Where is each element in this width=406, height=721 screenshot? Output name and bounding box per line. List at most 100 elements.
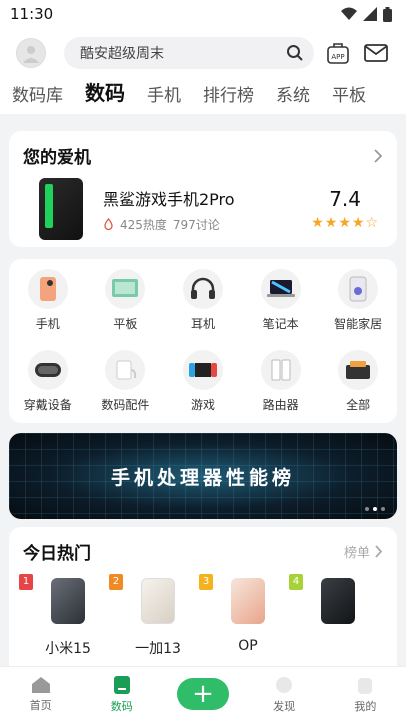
ranking-link-label: 榜单: [343, 546, 370, 561]
promo-banner[interactable]: 手机处理器性能榜: [9, 433, 397, 519]
wearable-icon: [27, 350, 68, 390]
status-icons: [341, 6, 392, 22]
hot-title: 今日热门: [23, 544, 91, 564]
category-headphones[interactable]: 耳机: [164, 269, 242, 342]
category-label: 笔记本: [262, 317, 299, 331]
fire-icon: [104, 218, 113, 230]
tablet-icon: [105, 269, 146, 309]
banner-pagination: [365, 507, 385, 511]
plus-icon: +: [176, 678, 229, 710]
wifi-icon: [341, 7, 357, 20]
rank-badge: 1: [19, 574, 33, 590]
category-smart-home[interactable]: 智能家居: [319, 269, 397, 342]
banner-text: 手机处理器性能榜: [110, 466, 295, 489]
device-score: 7.4: [329, 187, 362, 211]
user-icon: [23, 46, 39, 63]
product-name: 小米15: [45, 641, 91, 657]
tab-ranking[interactable]: 排行榜: [203, 81, 254, 114]
device-image: [39, 178, 83, 240]
category-tablet[interactable]: 平板: [87, 269, 165, 342]
category-accessories[interactable]: 数码配件: [87, 350, 165, 423]
signal-icon: [363, 7, 377, 21]
category-grid: 手机 平板 耳机 笔记本 智能家居 穿戴设备 数码配件 游戏 路由器 全部: [9, 259, 397, 423]
headphones-icon: [182, 269, 223, 309]
category-label: 平板: [113, 317, 138, 331]
app-button[interactable]: APP: [324, 39, 352, 67]
nav-mine[interactable]: 我的: [335, 675, 395, 714]
router-icon: [260, 350, 301, 390]
top-bar: 酷安超级周末 APP: [0, 28, 406, 78]
category-tabs: 数码库 数码 手机 排行榜 系统 平板: [0, 78, 406, 114]
status-bar: 11:30: [0, 0, 406, 28]
product-image: [321, 578, 355, 624]
main-content[interactable]: 您的爱机 黑鲨游戏手机2Pro 425热度 797讨论 7.4 ★★★★☆ 手机: [0, 117, 406, 666]
bottom-nav: 首页 数码 + 发现 我的: [0, 666, 406, 721]
message-button[interactable]: [362, 39, 390, 67]
device-heat: 425热度: [120, 217, 167, 232]
category-label: 耳机: [190, 317, 215, 331]
category-router[interactable]: 路由器: [242, 350, 320, 423]
game-icon: [182, 350, 223, 390]
tab-digital[interactable]: 数码: [85, 78, 125, 114]
mail-icon: [364, 44, 388, 62]
search-icon: [287, 45, 303, 61]
discover-icon: [276, 676, 293, 693]
rank-badge: 2: [109, 574, 123, 590]
battery-icon: [383, 6, 392, 22]
app-store-icon: APP: [327, 43, 349, 64]
category-label: 全部: [346, 398, 371, 412]
home-icon: [31, 676, 50, 693]
nav-home-label: 首页: [29, 698, 52, 712]
hot-item[interactable]: 3 OP: [199, 574, 293, 658]
smart-home-icon: [338, 269, 379, 309]
favorite-title: 您的爱机: [23, 148, 91, 168]
product-name: 一加13: [135, 641, 181, 657]
product-image: [51, 578, 85, 624]
rating-stars: ★★★★☆: [311, 215, 379, 231]
nav-discover-label: 发现: [273, 699, 296, 713]
favorite-device-card[interactable]: 您的爱机 黑鲨游戏手机2Pro 425热度 797讨论 7.4 ★★★★☆: [9, 131, 397, 247]
tab-system[interactable]: 系统: [276, 81, 310, 114]
nav-digital[interactable]: 数码: [92, 675, 152, 714]
product-image: [231, 578, 265, 624]
rank-badge: 3: [199, 574, 213, 590]
svg-text:APP: APP: [331, 53, 344, 61]
search-input[interactable]: 酷安超级周末: [64, 37, 314, 69]
hot-item[interactable]: 4: [289, 574, 383, 658]
rank-badge: 4: [289, 574, 303, 590]
tab-phone[interactable]: 手机: [147, 81, 181, 114]
category-laptop[interactable]: 笔记本: [242, 269, 320, 342]
tab-digital-library[interactable]: 数码库: [12, 81, 63, 114]
category-label: 数码配件: [101, 398, 150, 412]
product-image: [141, 578, 175, 624]
profile-icon: [358, 677, 373, 694]
all-icon: [338, 350, 379, 390]
hot-item[interactable]: 1 小米15: [19, 574, 113, 658]
nav-discover[interactable]: 发现: [254, 675, 314, 714]
chevron-right-icon[interactable]: [373, 148, 383, 163]
hot-today-card: 今日热门 榜单 1 小米15 2 一加13 3 OP 4: [9, 527, 397, 666]
accessory-icon: [105, 350, 146, 390]
avatar[interactable]: [16, 38, 46, 68]
product-name: OP: [238, 638, 258, 654]
category-label: 穿戴设备: [23, 398, 72, 412]
category-all[interactable]: 全部: [319, 350, 397, 423]
device-name: 黑鲨游戏手机2Pro: [103, 189, 235, 209]
laptop-icon: [260, 269, 301, 309]
category-wearable[interactable]: 穿戴设备: [9, 350, 87, 423]
hot-item[interactable]: 2 一加13: [109, 574, 203, 658]
category-label: 智能家居: [334, 317, 383, 331]
category-label: 手机: [35, 317, 60, 331]
category-label: 路由器: [262, 398, 299, 412]
digital-icon: [113, 675, 130, 694]
nav-digital-label: 数码: [110, 699, 133, 713]
device-discussions: 797讨论: [172, 217, 220, 232]
category-game[interactable]: 游戏: [164, 350, 242, 423]
category-phone[interactable]: 手机: [9, 269, 87, 342]
search-placeholder: 酷安超级周末: [80, 46, 164, 62]
nav-home[interactable]: 首页: [11, 676, 71, 713]
ranking-link[interactable]: 榜单: [344, 542, 383, 561]
tab-tablet[interactable]: 平板: [332, 81, 366, 114]
nav-mine-label: 我的: [354, 699, 377, 713]
create-button[interactable]: +: [173, 678, 233, 710]
